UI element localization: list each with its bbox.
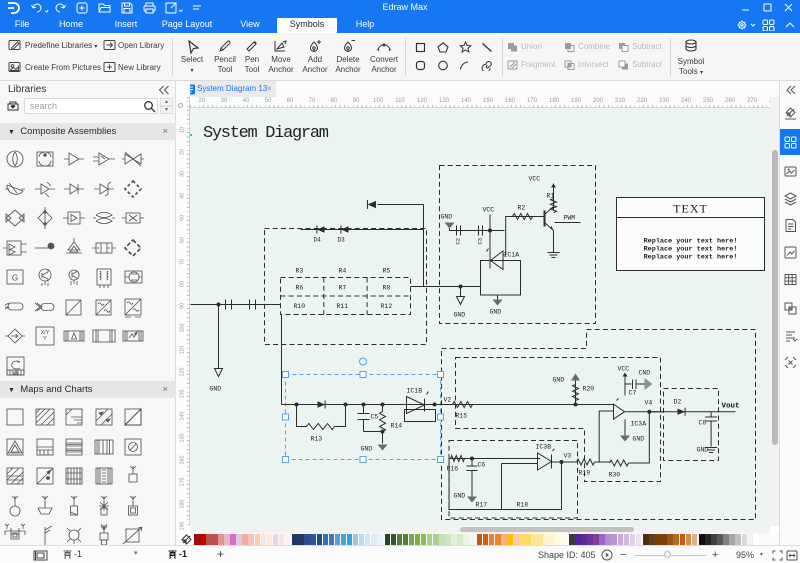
svg-text:GND: GND	[454, 312, 466, 319]
svg-text:R3: R3	[296, 268, 304, 275]
svg-text:VCC: VCC	[618, 366, 630, 373]
svg-text:TEXT: TEXT	[673, 202, 708, 216]
svg-text:C7: C7	[629, 390, 637, 397]
svg-text:R11: R11	[337, 303, 349, 310]
svg-text:GND: GND	[361, 446, 373, 453]
svg-text:VCC: VCC	[483, 207, 495, 214]
svg-text:R1: R1	[547, 193, 555, 200]
svg-text:R18: R18	[517, 502, 529, 509]
svg-text:GND: GND	[441, 214, 453, 221]
svg-text:R6: R6	[296, 285, 304, 292]
svg-text:R14: R14	[391, 423, 403, 430]
svg-text:GND: GND	[454, 493, 466, 500]
svg-text:GND: GND	[553, 377, 565, 384]
svg-text:C8: C8	[699, 420, 707, 427]
svg-text:IC3A: IC3A	[631, 421, 647, 428]
svg-text:R10: R10	[294, 303, 306, 310]
svg-text:D2: D2	[674, 399, 682, 406]
svg-text:V3: V3	[564, 453, 572, 460]
svg-text:R4: R4	[339, 268, 347, 275]
svg-text:IC1B: IC1B	[407, 388, 423, 395]
svg-text:C5: C5	[371, 414, 379, 421]
svg-text:R19: R19	[579, 470, 591, 477]
svg-text:R13: R13	[311, 436, 323, 443]
svg-text:R12: R12	[381, 303, 393, 310]
svg-text:C3: C3	[477, 238, 484, 245]
svg-text:GND: GND	[490, 309, 502, 316]
svg-text:R5: R5	[383, 268, 391, 275]
svg-text:C6: C6	[478, 462, 486, 469]
svg-text:Vout: Vout	[722, 403, 740, 411]
svg-text:PWM: PWM	[564, 215, 576, 222]
svg-text:R20: R20	[583, 386, 595, 393]
svg-text:IC1A: IC1A	[504, 252, 520, 259]
svg-text:R2: R2	[518, 205, 526, 212]
svg-text:Replace your text here!: Replace your text here!	[644, 254, 738, 262]
svg-text:R15: R15	[456, 413, 468, 420]
svg-text:Y: Y	[43, 336, 47, 342]
svg-text:G: G	[12, 274, 18, 283]
svg-text:R7: R7	[339, 285, 347, 292]
svg-text:R8: R8	[383, 285, 391, 292]
svg-text:C2: C2	[455, 238, 462, 245]
svg-text:GND: GND	[210, 386, 222, 393]
svg-text:V4: V4	[645, 400, 653, 407]
svg-text:CND: CND	[639, 370, 651, 377]
svg-text:GND: GND	[697, 447, 709, 454]
svg-text:D3: D3	[338, 237, 346, 244]
svg-text:Replace your text here!: Replace your text here!	[644, 238, 738, 246]
svg-text:VCC: VCC	[529, 176, 541, 183]
svg-text:D4: D4	[314, 237, 322, 244]
svg-text:R17: R17	[476, 502, 488, 509]
svg-text:Replace your text here!: Replace your text here!	[644, 246, 738, 254]
svg-text:R16: R16	[447, 466, 459, 473]
svg-text:R30: R30	[609, 472, 621, 479]
svg-text:IC3B: IC3B	[536, 444, 552, 451]
svg-text:GND: GND	[633, 436, 645, 443]
svg-text:V2: V2	[444, 397, 452, 404]
